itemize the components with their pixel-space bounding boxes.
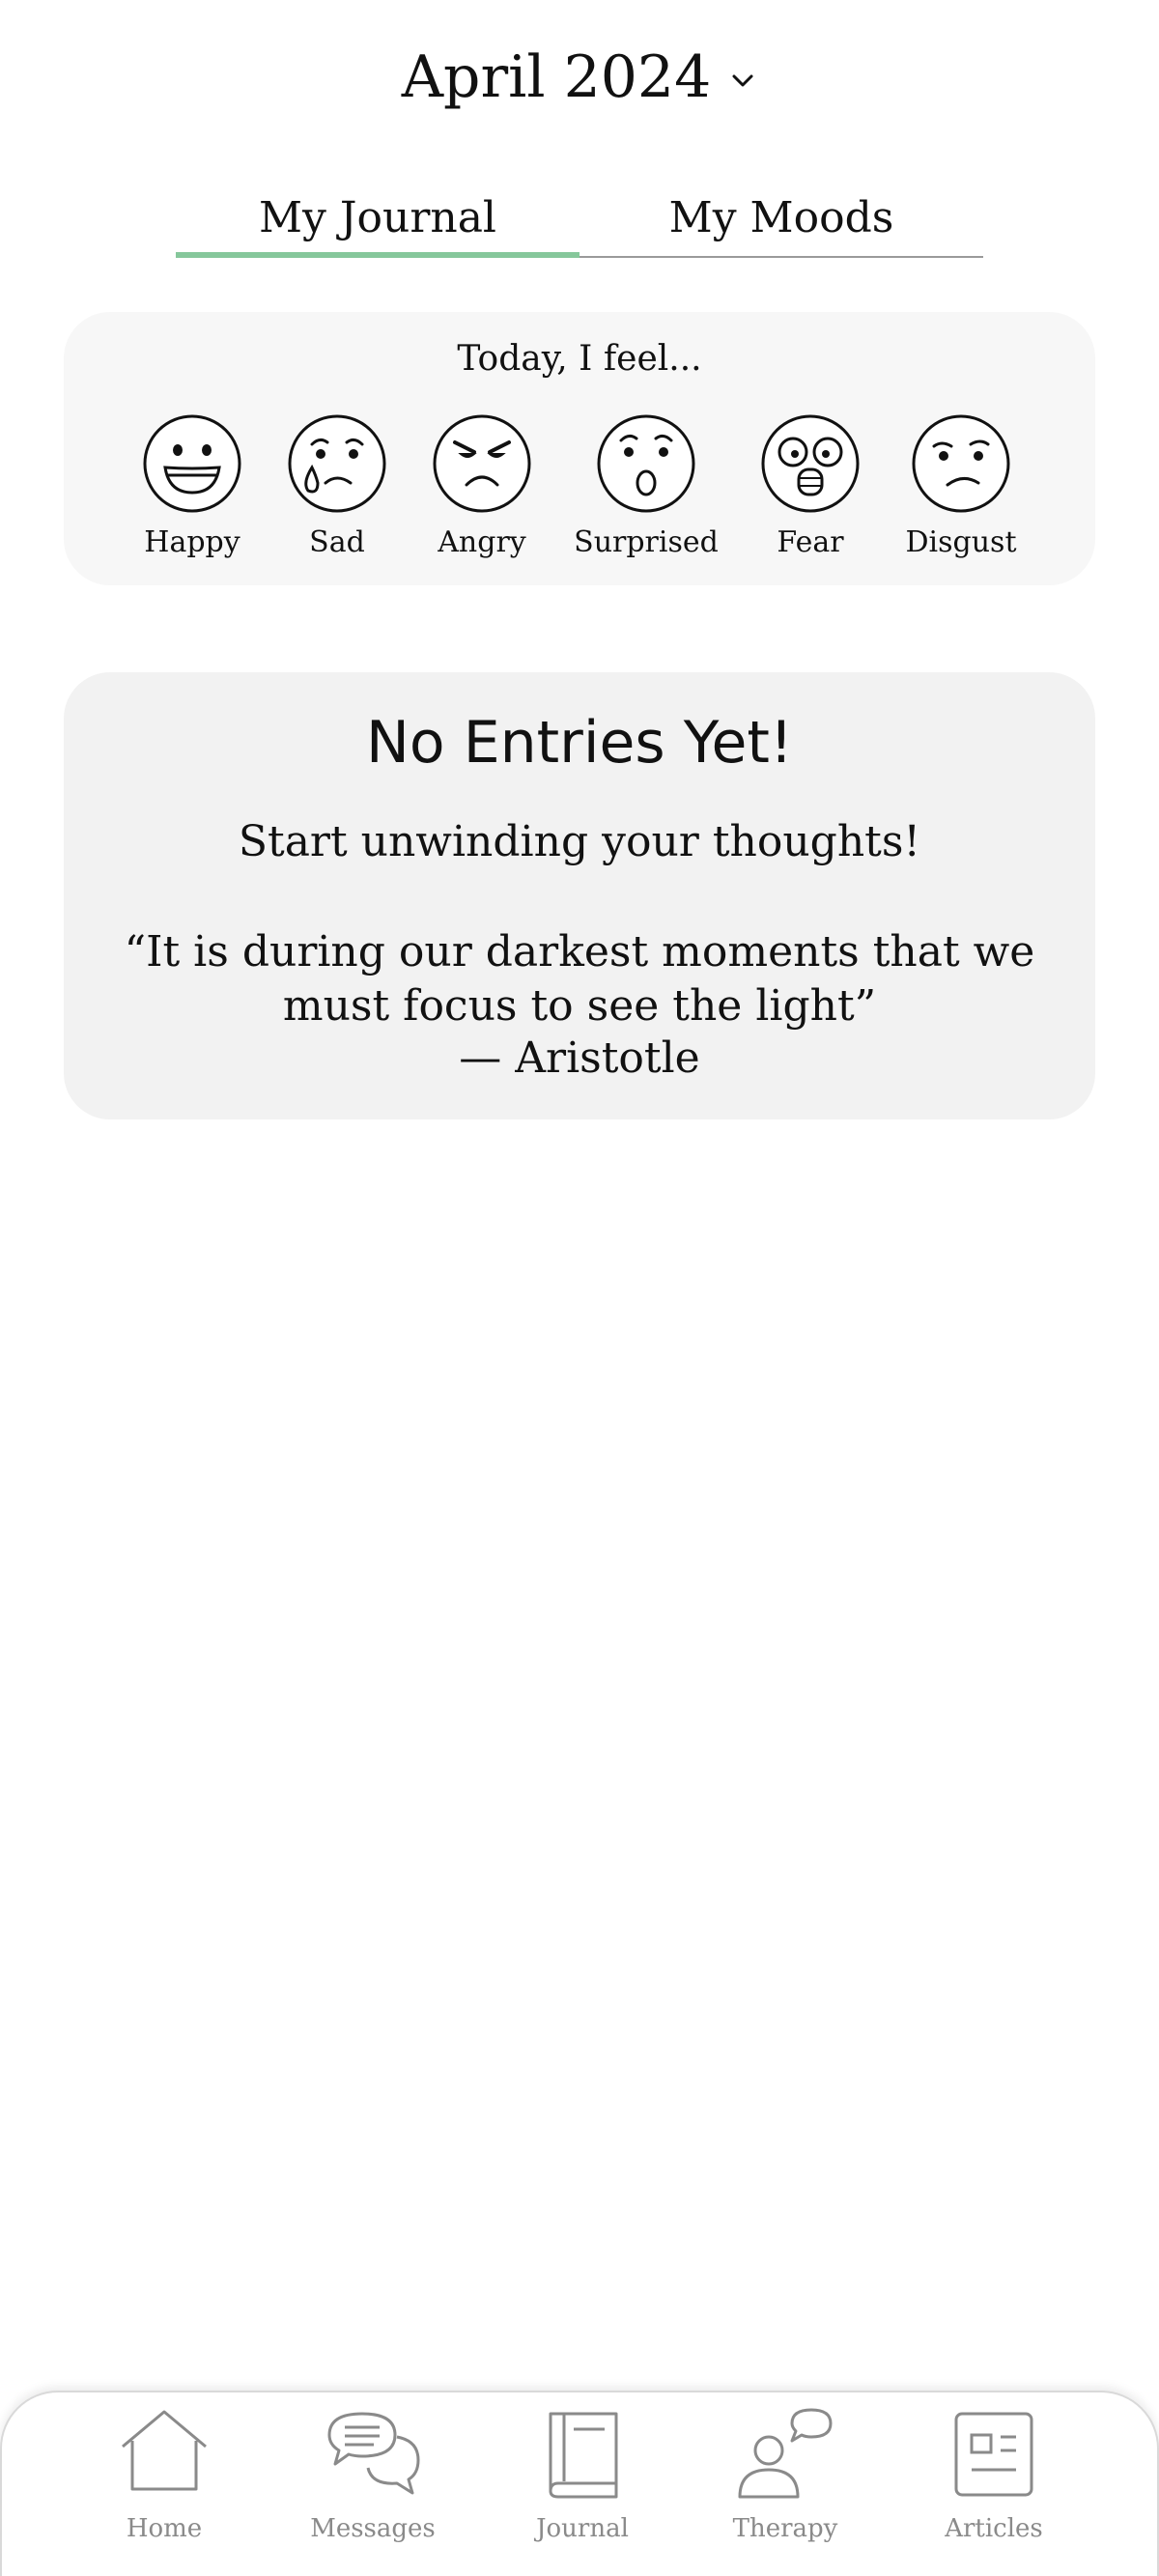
mood-fear[interactable]: Fear (728, 413, 892, 559)
bottom-nav: Home Messages Journal Therapy Articles (0, 2391, 1159, 2576)
fear-face-icon (761, 414, 860, 513)
therapy-icon (738, 2408, 833, 2499)
nav-item-home[interactable]: Home (68, 2406, 261, 2543)
nav-item-journal[interactable]: Journal (486, 2406, 679, 2543)
tab-my-moods[interactable]: My Moods (580, 188, 983, 258)
nav-label-articles: Articles (945, 2514, 1043, 2543)
messages-icon (327, 2412, 420, 2495)
mood-surprised[interactable]: Surprised (564, 413, 728, 559)
mood-prompt: Today, I feel... (457, 339, 702, 379)
empty-state-card: No Entries Yet! Start unwinding your tho… (64, 672, 1095, 1119)
sad-face-icon (288, 414, 386, 513)
mood-happy[interactable]: Happy (110, 413, 274, 559)
empty-state-subtitle: Start unwinding your thoughts! (238, 817, 921, 866)
mood-label-fear: Fear (777, 525, 844, 559)
mood-sad[interactable]: Sad (255, 413, 419, 559)
nav-item-articles[interactable]: Articles (897, 2406, 1090, 2543)
nav-label-journal: Journal (536, 2514, 629, 2543)
articles-icon (954, 2412, 1033, 2497)
happy-face-icon (143, 414, 241, 513)
home-icon (122, 2410, 207, 2491)
disgust-face-icon (912, 414, 1010, 513)
nav-item-therapy[interactable]: Therapy (689, 2406, 882, 2543)
month-selector[interactable]: April 2024 (0, 39, 1159, 116)
quote-text: “It is during our darkest moments that w… (124, 927, 1035, 1031)
nav-item-messages[interactable]: Messages (276, 2406, 469, 2543)
mood-label-disgust: Disgust (905, 525, 1017, 559)
mood-label-surprised: Surprised (574, 525, 719, 559)
angry-face-icon (433, 414, 531, 513)
surprised-face-icon (597, 414, 695, 513)
mood-label-sad: Sad (309, 525, 365, 559)
mood-card: Today, I feel... Happy Sad Angry Surpris… (64, 312, 1095, 585)
mood-disgust[interactable]: Disgust (879, 413, 1043, 559)
journal-tabs: My Journal My Moods (176, 188, 983, 258)
nav-label-messages: Messages (310, 2514, 436, 2543)
mood-label-happy: Happy (144, 525, 240, 559)
mood-label-angry: Angry (438, 525, 526, 559)
chevron-down-icon (732, 74, 753, 87)
nav-label-therapy: Therapy (732, 2514, 838, 2543)
month-title: April 2024 (401, 43, 712, 111)
tab-my-journal[interactable]: My Journal (176, 188, 580, 258)
mood-angry[interactable]: Angry (400, 413, 564, 559)
quote-author: — Aristotle (459, 1033, 700, 1083)
nav-label-home: Home (126, 2514, 203, 2543)
empty-state-title: No Entries Yet! (366, 709, 793, 777)
journal-icon (549, 2412, 618, 2499)
